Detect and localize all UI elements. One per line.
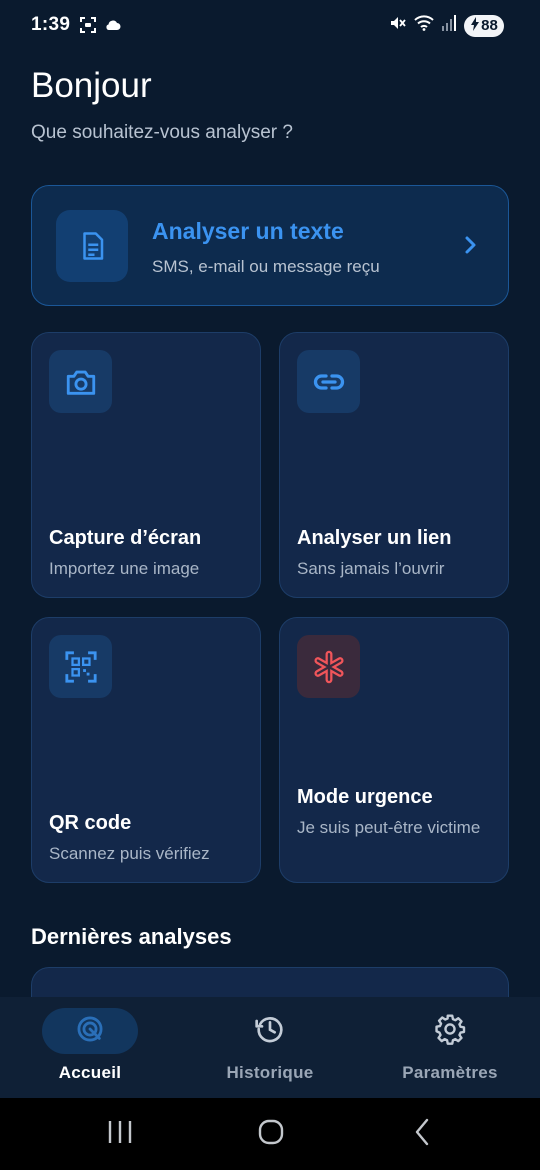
home-button[interactable] [256,1116,286,1153]
back-button[interactable] [410,1116,434,1153]
wifi-icon [414,15,434,36]
settings-gear-icon [434,1013,466,1050]
card-subtitle: Importez une image [49,559,200,578]
nav-label: Historique [226,1063,314,1082]
page-subtitle: Que souhaitez-vous analyser ? [31,122,293,143]
bottom-navigation: Accueil Historique Paramètres [0,997,540,1098]
emergency-mode-card[interactable]: Mode urgence Je suis peut-être victime [279,617,509,883]
signal-icon [442,15,456,36]
status-bar: 1:39 88 [0,0,540,52]
nav-home[interactable]: Accueil [0,997,180,1098]
history-icon [254,1013,286,1050]
card-subtitle: Je suis peut-être victime [297,818,481,837]
card-title: Mode urgence [297,786,433,808]
recent-analyses-title: Dernières analyses [31,924,232,949]
nav-label: Paramètres [402,1063,498,1082]
system-navigation-bar [0,1098,540,1170]
analyze-text-subtitle: SMS, e-mail ou message reçu [152,257,380,276]
page-title: Bonjour [31,66,152,105]
analyze-text-card[interactable]: Analyser un texte SMS, e-mail ou message… [31,185,509,306]
analyze-text-title: Analyser un texte [152,218,344,244]
card-title: Capture d’écran [49,527,202,549]
card-title: QR code [49,812,132,834]
chevron-right-icon [462,233,478,262]
battery-charging-icon [470,16,480,35]
cloud-icon [105,18,121,37]
nav-active-pill [42,1008,138,1054]
qr-code-card[interactable]: QR code Scannez puis vérifiez [31,617,261,883]
nav-settings[interactable]: Paramètres [360,997,540,1098]
link-icon [297,350,360,413]
document-icon [56,210,128,282]
status-time: 1:39 [31,14,71,35]
recent-apps-button[interactable] [106,1116,134,1153]
screenshot-icon [79,16,97,39]
battery-indicator: 88 [464,14,504,37]
card-subtitle: Sans jamais l’ouvrir [297,559,445,578]
camera-icon [49,350,112,413]
card-title: Analyser un lien [297,527,452,549]
analyze-link-card[interactable]: Analyser un lien Sans jamais l’ouvrir [279,332,509,598]
nav-label: Accueil [58,1063,122,1082]
battery-level: 88 [481,17,498,34]
radar-icon [76,1015,104,1048]
nav-history[interactable]: Historique [180,997,360,1098]
emergency-asterisk-icon [297,635,360,698]
qr-scan-icon [49,635,112,698]
card-subtitle: Scannez puis vérifiez [49,844,210,863]
mute-icon [388,14,406,37]
screenshot-card[interactable]: Capture d’écran Importez une image [31,332,261,598]
